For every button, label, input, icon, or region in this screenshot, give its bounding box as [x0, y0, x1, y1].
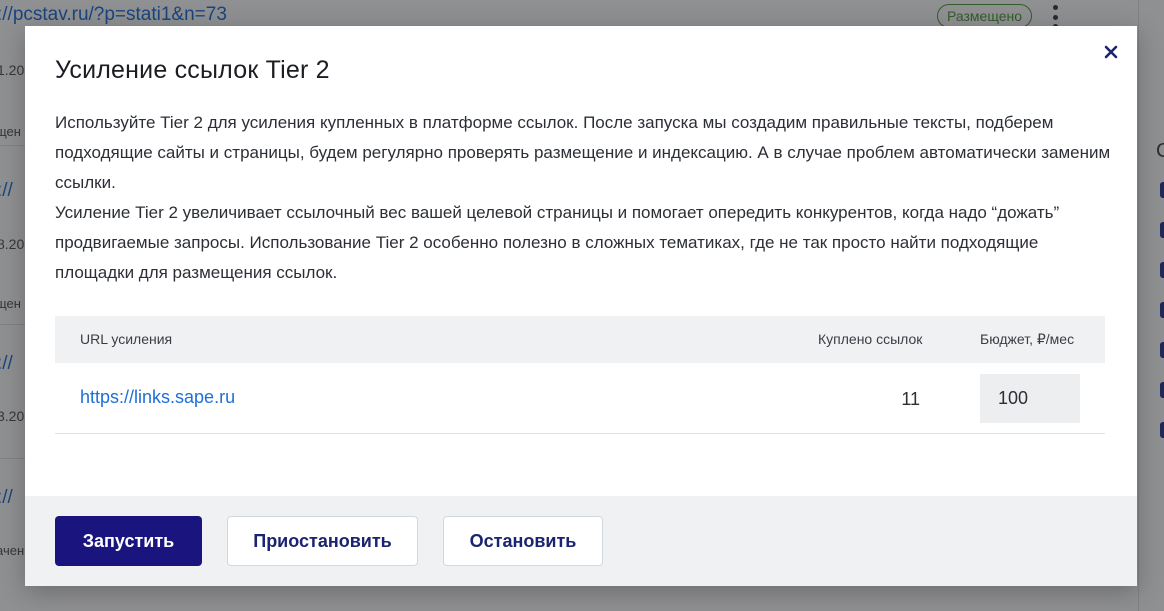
modal-title: Усиление ссылок Tier 2 — [55, 56, 330, 84]
start-button[interactable]: Запустить — [55, 516, 202, 566]
description-paragraph: Усиление Tier 2 увеличивает ссылочный ве… — [55, 203, 1060, 282]
column-header-url: URL усиления — [80, 331, 173, 347]
column-header-bought: Куплено ссылок — [818, 331, 923, 347]
close-icon[interactable] — [1101, 42, 1121, 62]
table-header: URL усиления Куплено ссылок Бюджет, ₽/ме… — [55, 316, 1105, 363]
stop-button[interactable]: Остановить — [443, 516, 603, 566]
budget-input[interactable] — [980, 374, 1080, 423]
modal-footer: Запустить Приостановить Остановить — [25, 496, 1137, 586]
bought-links-count: 11 — [901, 389, 920, 409]
tier2-modal: Усиление ссылок Tier 2 Используйте Tier … — [25, 26, 1137, 586]
description-paragraph: Используйте Tier 2 для усиления купленны… — [55, 113, 1111, 192]
pause-button[interactable]: Приостановить — [227, 516, 418, 566]
column-header-budget: Бюджет, ₽/мес — [980, 331, 1075, 347]
close-icon-glyph — [1104, 45, 1118, 59]
modal-description: Используйте Tier 2 для усиления купленны… — [55, 108, 1115, 288]
boost-url-link[interactable]: https://links.sape.ru — [80, 387, 235, 408]
table-row: https://links.sape.ru 11 — [55, 363, 1105, 434]
boost-table: URL усиления Куплено ссылок Бюджет, ₽/ме… — [55, 316, 1105, 434]
